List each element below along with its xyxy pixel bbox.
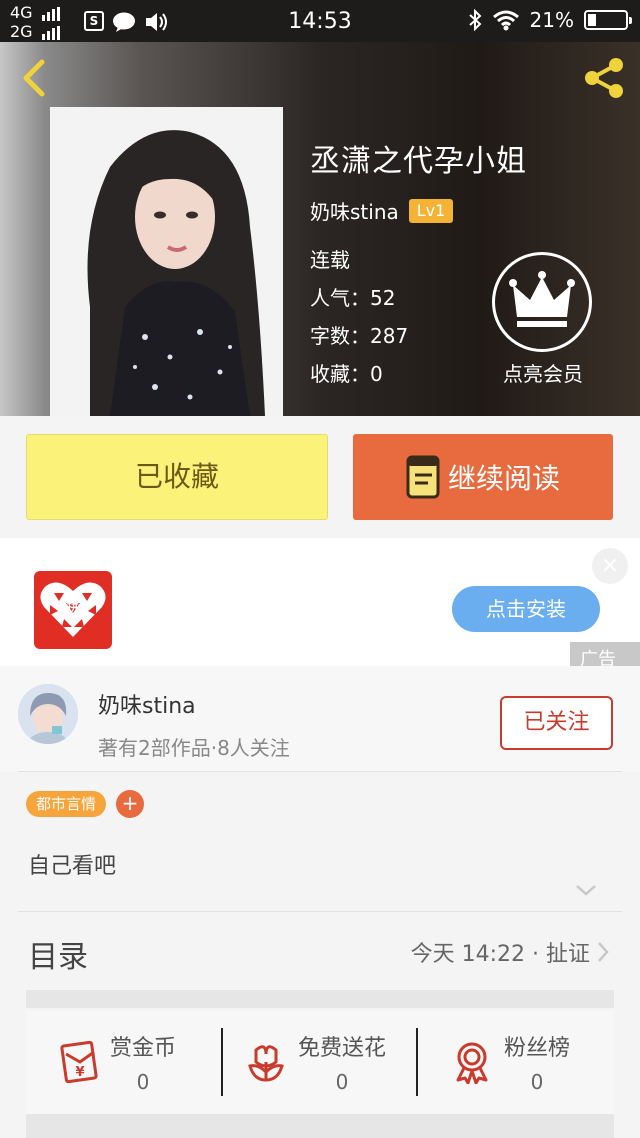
battery-icon <box>584 10 632 30</box>
share-icon[interactable] <box>580 54 628 102</box>
tag-urban-romance[interactable]: 都市言情 <box>26 791 107 817</box>
genre-tags: 都市言情 + <box>26 790 145 818</box>
stat-label: 免费送花 <box>298 1036 387 1061</box>
level-badge: Lv1 <box>408 198 454 223</box>
collection-count: 收藏：0 <box>310 362 383 386</box>
action-bar: 已收藏 继续阅读 <box>0 416 640 538</box>
battery-percent: 21% <box>529 8 574 32</box>
author-row: 奶味stina Lv1 <box>310 196 454 225</box>
section-separator <box>26 990 614 1008</box>
catalog-row[interactable]: 目录 今天 14:22 · 扯证 <box>0 912 640 990</box>
crown-icon <box>492 252 592 352</box>
support-stats: ¥ 赏金币 0 免费送花 0 粉丝榜 0 <box>26 1010 614 1114</box>
book-title: 丞潇之代孕小姐 <box>310 144 527 179</box>
back-icon[interactable] <box>14 56 54 100</box>
author-card[interactable]: 奶味stina 著有2部作品·8人关注 已关注 <box>0 666 640 772</box>
author-avatar[interactable] <box>18 684 78 744</box>
stat-label: 赏金币 <box>110 1036 177 1061</box>
stat-text: 粉丝榜 0 <box>504 1030 570 1094</box>
chevron-right-icon <box>598 942 609 962</box>
latest-chapter[interactable]: 今天 14:22 · 扯证 <box>411 936 610 968</box>
divider <box>18 771 622 772</box>
section-separator <box>26 1114 614 1138</box>
ad-logo-glyph: 拼 <box>67 599 79 614</box>
chevron-down-icon[interactable] <box>574 882 598 898</box>
bluetooth-icon <box>468 9 481 31</box>
ad-close-button[interactable]: × <box>592 548 628 584</box>
stat-reward-coins[interactable]: ¥ 赏金币 0 <box>56 1010 176 1114</box>
ad-banner[interactable]: 拼 × 点击安装 广告 <box>0 538 640 672</box>
add-tag-button[interactable]: + <box>116 790 145 818</box>
cover-portrait-image <box>50 107 283 416</box>
favorited-button[interactable]: 已收藏 <box>26 434 328 520</box>
book-header: 丞潇之代孕小姐 奶味stina Lv1 连载 人气：52 字数：287 收藏：0… <box>0 42 640 416</box>
install-button[interactable]: 点击安装 <box>452 586 600 632</box>
stat-fan-ranking[interactable]: 粉丝榜 0 <box>450 1010 570 1114</box>
author-works-followers: 著有2部作品·8人关注 <box>98 736 290 760</box>
ad-app-logo: 拼 <box>34 571 112 649</box>
stat-text: 赏金币 0 <box>110 1030 176 1094</box>
vip-label: 点亮会员 <box>503 362 583 386</box>
separator <box>221 1028 223 1096</box>
author-name[interactable]: 奶味stina <box>310 196 399 225</box>
battery-level <box>588 14 596 26</box>
book-intro: 自己看吧 <box>28 854 117 879</box>
stat-value: 0 <box>335 1070 349 1094</box>
continue-reading-button[interactable]: 继续阅读 <box>353 434 613 520</box>
stat-label: 粉丝榜 <box>504 1036 571 1061</box>
vip-button[interactable]: 点亮会员 <box>492 252 594 387</box>
stat-text: 免费送花 0 <box>298 1030 386 1094</box>
author-card-name[interactable]: 奶味stina <box>98 688 196 720</box>
serial-status: 连载 <box>310 248 350 272</box>
status-bar: 4G 2G S 14:53 21% <box>0 0 640 42</box>
separator <box>416 1028 418 1096</box>
word-count: 字数：287 <box>310 324 409 348</box>
red-envelope-icon: ¥ <box>60 1040 98 1084</box>
book-icon <box>406 455 440 499</box>
stat-free-flowers[interactable]: 免费送花 0 <box>244 1010 386 1114</box>
book-cover <box>50 107 283 416</box>
svg-text:¥: ¥ <box>75 1065 84 1080</box>
stat-value: 0 <box>136 1070 150 1094</box>
popularity: 人气：52 <box>310 286 396 310</box>
latest-chapter-text: 今天 14:22 · 扯证 <box>410 942 590 967</box>
stat-value: 0 <box>530 1070 544 1094</box>
catalog-title: 目录 <box>28 940 88 975</box>
wifi-icon <box>492 10 519 31</box>
followed-button[interactable]: 已关注 <box>500 696 613 750</box>
flower-icon <box>248 1045 284 1082</box>
status-right: 21% <box>468 8 632 32</box>
continue-reading-label: 继续阅读 <box>447 462 560 495</box>
medal-icon <box>456 1042 488 1084</box>
